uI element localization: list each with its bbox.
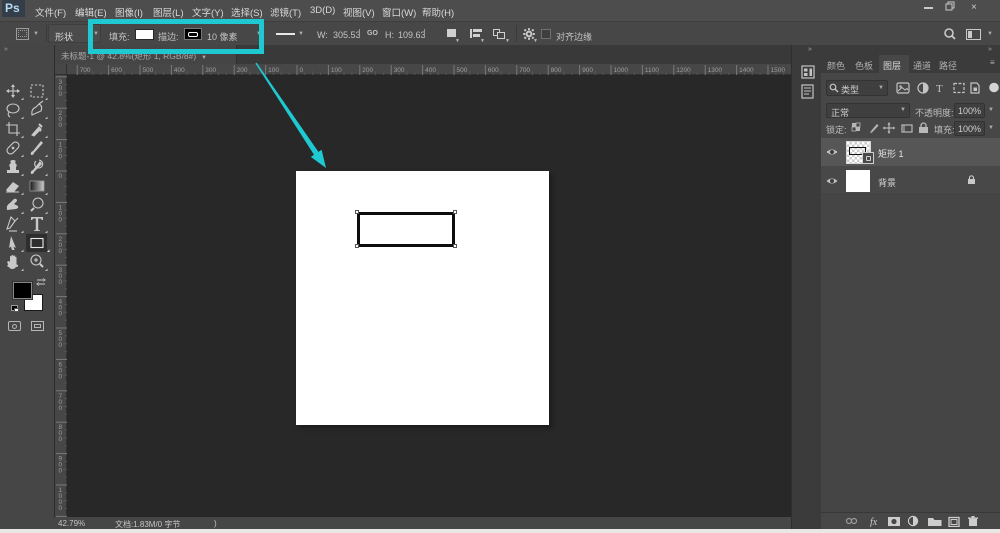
svg-text:0: 0 (59, 436, 63, 443)
svg-text:0: 0 (59, 505, 63, 512)
svg-text:1500: 1500 (771, 67, 786, 74)
svg-text:0: 0 (59, 311, 63, 318)
svg-text:0: 0 (59, 373, 63, 380)
svg-text:0: 0 (59, 91, 63, 98)
svg-text:0: 0 (59, 279, 63, 286)
svg-text:0: 0 (59, 216, 63, 223)
svg-text:0: 0 (59, 405, 63, 412)
svg-text:fx: fx (870, 517, 878, 527)
svg-text:1200: 1200 (676, 67, 691, 74)
svg-text:0: 0 (59, 173, 63, 180)
svg-text:1300: 1300 (708, 67, 723, 74)
svg-text:1000: 1000 (614, 67, 629, 74)
svg-text:1100: 1100 (645, 67, 659, 74)
svg-text:1400: 1400 (739, 67, 754, 74)
svg-text:0: 0 (59, 154, 63, 161)
svg-text:0: 0 (59, 248, 63, 255)
svg-text:T: T (936, 83, 943, 95)
svg-text:0: 0 (59, 468, 63, 475)
svg-text:0: 0 (59, 342, 63, 349)
svg-text:0: 0 (59, 122, 63, 129)
